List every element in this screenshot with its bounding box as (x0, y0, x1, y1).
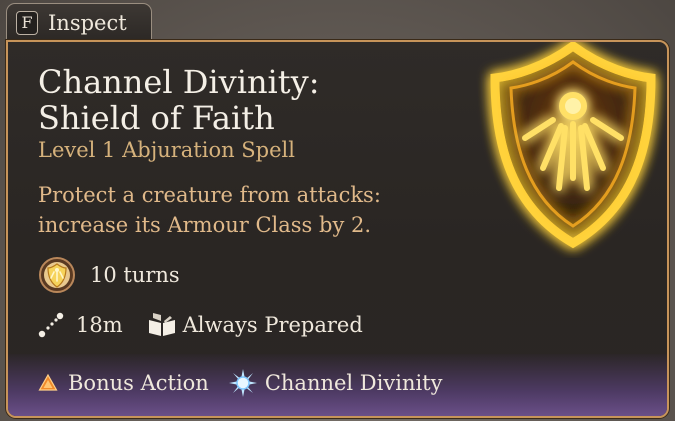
action-cost-text: Bonus Action (68, 371, 209, 395)
duration-text: 10 turns (90, 263, 180, 287)
duration-row: 10 turns (38, 256, 180, 294)
spell-title-line2: Shield of Faith (38, 99, 275, 137)
glowing-shield-icon (490, 42, 656, 249)
spell-level-school: Level 1 Abjuration Spell (38, 138, 295, 162)
spell-title-line1: Channel Divinity: (38, 63, 320, 101)
inspect-label: Inspect (48, 10, 127, 35)
description-line2: increase its Armour Class by 2. (38, 213, 372, 237)
spell-title: Channel Divinity: Shield of Faith (38, 64, 458, 136)
spell-description: Protect a creature from attacks: increas… (38, 180, 478, 240)
preparation-text: Always Prepared (182, 313, 363, 337)
description-line1: Protect a creature from attacks: (38, 183, 381, 207)
orange-triangle-icon (38, 373, 58, 391)
open-book-icon (148, 313, 175, 336)
dotted-line-range-icon (38, 312, 64, 338)
inspect-tab[interactable]: F Inspect (6, 3, 152, 41)
game-scene: F Inspect Channel Divinity: Shield of Fa… (0, 0, 675, 421)
blue-starburst-icon (228, 369, 257, 397)
spell-tooltip: Channel Divinity: Shield of Faith Level … (6, 40, 669, 418)
cost-row: Bonus Action Channel Divinity (38, 369, 443, 397)
range-text: 18m (76, 313, 123, 337)
range-row: 18m Always Prepared (38, 312, 363, 338)
shield-medallion-icon (39, 257, 75, 293)
resource-cost-text: Channel Divinity (264, 371, 443, 395)
keybind-badge: F (16, 10, 38, 35)
